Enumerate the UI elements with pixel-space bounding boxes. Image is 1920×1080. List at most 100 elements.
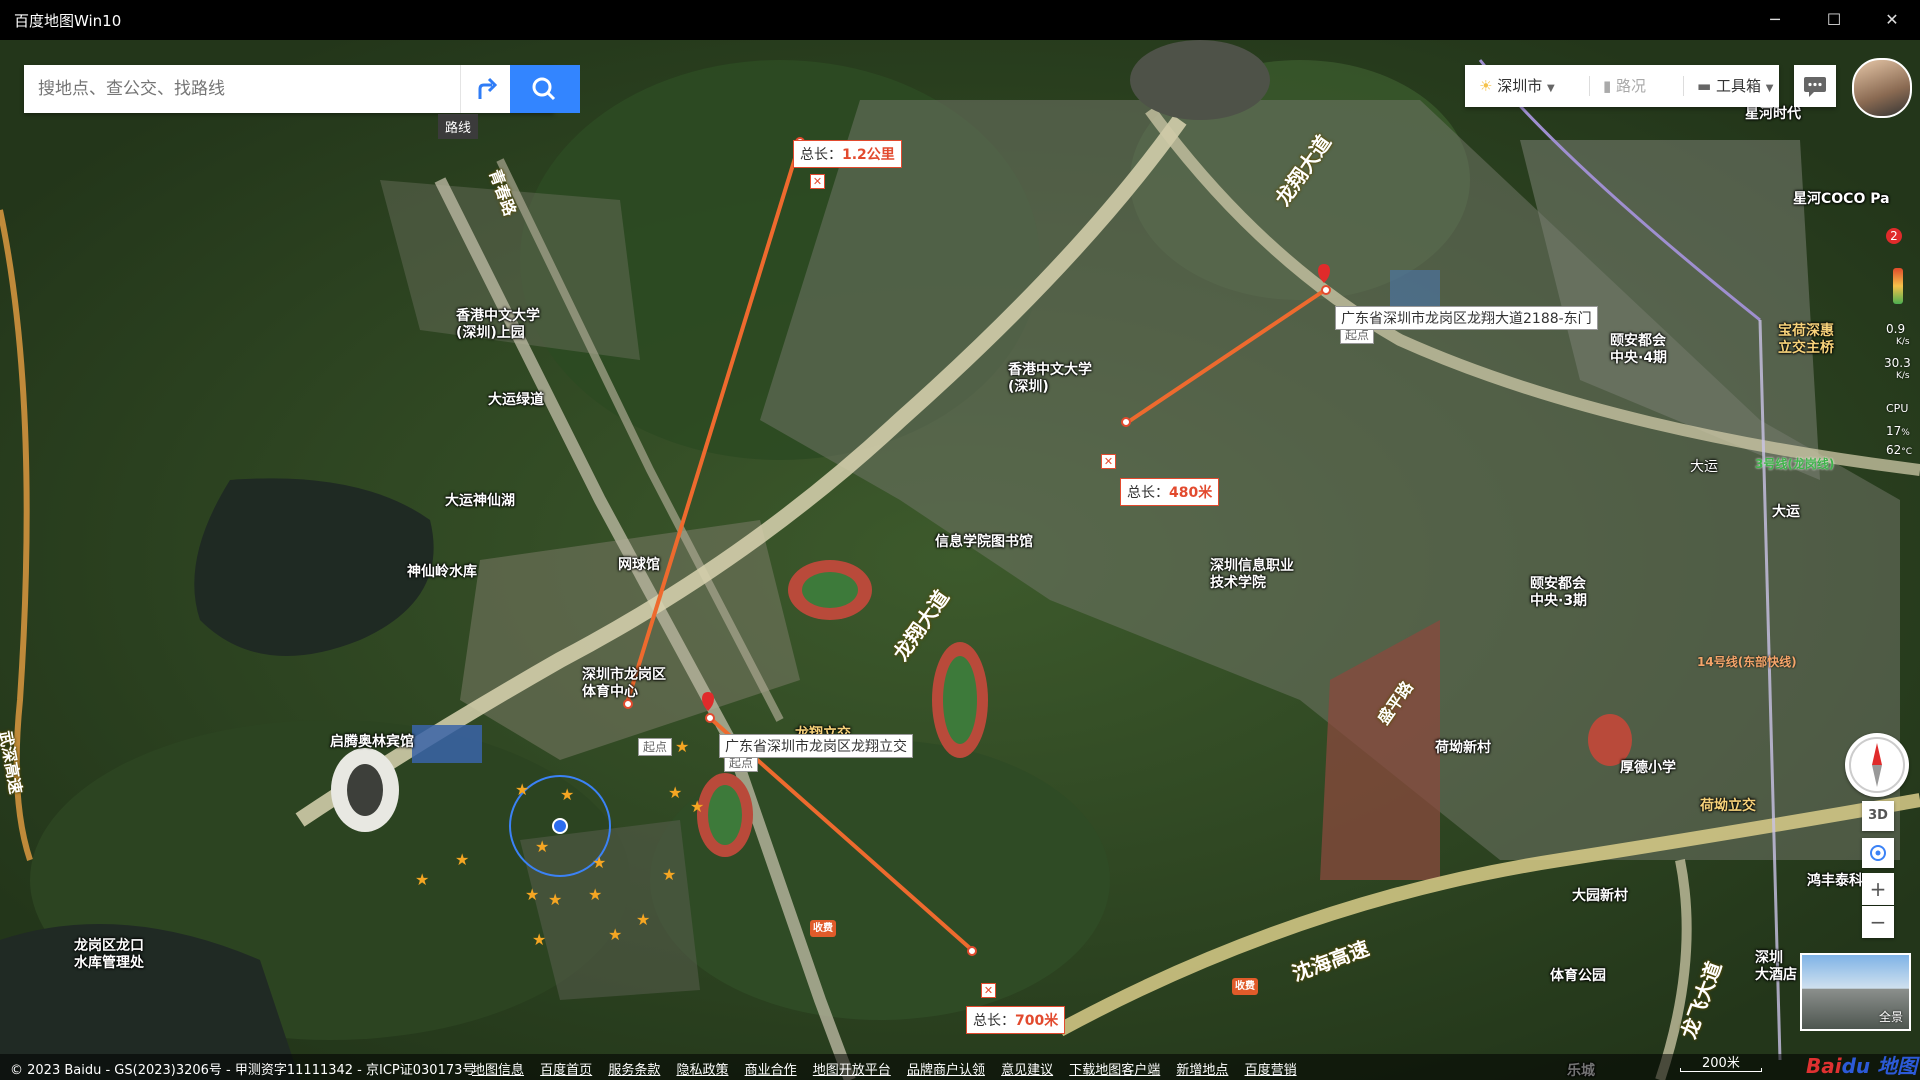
poi-heao-village[interactable]: 荷坳新村 — [1435, 740, 1491, 757]
poi-yian-3[interactable]: 颐安都会 中央·3期 — [1530, 576, 1587, 610]
traffic-legend-bar — [1893, 268, 1903, 304]
svg-text:★: ★ — [608, 925, 622, 944]
temperature-value: 62°C — [1886, 443, 1913, 457]
route-arrow-icon — [478, 77, 498, 99]
close-measure-icon[interactable]: ✕ — [1101, 454, 1116, 469]
poi-heao-interchange[interactable]: 荷坳立交 — [1700, 798, 1756, 815]
toolbox-icon: ▬ — [1697, 77, 1712, 95]
city-label: 深圳市 — [1497, 77, 1543, 95]
footer-link[interactable]: 新增地点 — [1176, 1063, 1228, 1078]
footer-link[interactable]: 服务条款 — [608, 1063, 660, 1078]
chat-icon — [1804, 77, 1826, 97]
svg-text:★: ★ — [675, 737, 689, 756]
metro-line-14-label: 14号线(东部快线) — [1697, 655, 1797, 669]
panorama-label: 全景 — [1878, 1010, 1903, 1024]
footer-link[interactable]: 下载地图客户端 — [1069, 1063, 1160, 1078]
poi-xinghe-coco[interactable]: 星河COCO Pa — [1793, 191, 1890, 208]
poi-sz-info-college[interactable]: 深圳信息职业 技术学院 — [1210, 558, 1294, 592]
close-measure-icon[interactable]: ✕ — [981, 983, 996, 998]
poi-qiteng-hotel[interactable]: 启腾奥林宾馆 — [330, 734, 414, 751]
poi-houde-school[interactable]: 厚德小学 — [1620, 760, 1676, 777]
download-speed: 30.3 — [1884, 356, 1911, 370]
poi-dayun-station[interactable]: 大运 — [1772, 504, 1800, 521]
magnifier-icon — [532, 77, 556, 101]
sun-icon: ☀ — [1479, 77, 1493, 95]
search-input[interactable] — [24, 65, 462, 113]
map-scale: 200米 — [1680, 1052, 1762, 1072]
poi-tennis-hall[interactable]: 网球馆 — [618, 557, 660, 574]
download-unit: K/s — [1896, 371, 1910, 381]
route-tooltip: 路线 — [438, 114, 479, 139]
window-title: 百度地图Win10 — [14, 12, 122, 30]
poi-sports-center[interactable]: 深圳市龙岗区 体育中心 — [582, 667, 666, 701]
poi-library[interactable]: 信息学院图书馆 — [935, 534, 1033, 551]
minimize-button[interactable]: ─ — [1761, 6, 1789, 34]
poi-longkou-reservoir[interactable]: 龙岗区龙口 水库管理处 — [74, 938, 144, 972]
zoom-in-button[interactable]: + — [1862, 873, 1894, 905]
poi-dayun-greenway[interactable]: 大运绿道 — [488, 392, 544, 409]
footer-link[interactable]: 意见建议 — [1001, 1063, 1053, 1078]
svg-text:★: ★ — [668, 783, 682, 802]
toll-badge: 收费 — [1232, 978, 1258, 995]
footer-link[interactable]: 百度营销 — [1245, 1063, 1297, 1078]
messages-button[interactable] — [1794, 65, 1836, 107]
footer-links: 地图信息 百度首页 服务条款 隐私政策 商业合作 地图开放平台 品牌商户认领 意… — [472, 1059, 1309, 1078]
poi-sz-hotel[interactable]: 深圳 大酒店 — [1755, 950, 1797, 984]
poi-dayuan-village[interactable]: 大园新村 — [1572, 888, 1628, 905]
poi-cuhk-upper[interactable]: 香港中文大学 (深圳)上园 — [456, 308, 540, 342]
svg-text:★: ★ — [690, 797, 704, 816]
footer-link[interactable]: 品牌商户认领 — [907, 1063, 985, 1078]
svg-text:★: ★ — [548, 890, 562, 909]
footer-link[interactable]: 百度首页 — [540, 1063, 592, 1078]
close-window-button[interactable]: ✕ — [1878, 6, 1906, 34]
baidu-logo: Baidu 地图 — [1806, 1054, 1918, 1078]
poi-baohe-bridge[interactable]: 宝荷深惠 立交主桥 — [1778, 323, 1834, 357]
city-selector[interactable]: ☀ 深圳市 ▼ — [1479, 65, 1555, 107]
compass-button[interactable] — [1845, 733, 1909, 797]
toll-badge: 收费 — [810, 920, 836, 937]
map-canvas[interactable]: ★★ ★★ ★★ ★★ ★★ ★★ ★★ ★★ ★ 香港中文大学 (深圳)上园 … — [0, 40, 1920, 1080]
3d-toggle[interactable]: 3D — [1862, 801, 1894, 831]
metro-line-3-label: 3号线(龙岗线) — [1755, 457, 1835, 471]
cpu-label: CPU — [1886, 402, 1909, 415]
poi-yian-4[interactable]: 颐安都会 中央·4期 — [1610, 333, 1667, 367]
search-button[interactable] — [510, 65, 580, 113]
svg-text:★: ★ — [560, 785, 574, 804]
maximize-button[interactable]: ☐ — [1820, 6, 1848, 34]
copyright-text: © 2023 Baidu - GS(2023)3206号 - 甲测资字11111… — [10, 1063, 476, 1078]
close-measure-icon[interactable]: ✕ — [810, 174, 825, 189]
compass-icon — [1849, 737, 1905, 793]
traffic-light-icon: ▮ — [1603, 77, 1612, 95]
poi-xinghe-times[interactable]: 星河时代 — [1745, 106, 1801, 123]
address-label-interchange: 广东省深圳市龙岗区龙翔立交 — [719, 734, 913, 758]
poi-cuhk[interactable]: 香港中文大学 (深圳) — [1008, 362, 1092, 396]
scale-bar — [1680, 1068, 1762, 1072]
poi-shenxianling-reservoir[interactable]: 神仙岭水库 — [407, 564, 477, 581]
svg-text:★: ★ — [662, 865, 676, 884]
route-button[interactable] — [460, 65, 511, 113]
upload-unit: K/s — [1896, 337, 1910, 347]
footer-link[interactable]: 地图信息 — [472, 1063, 524, 1078]
map-toolbar: ☀ 深圳市 ▼ ▮ 路况 ▬ 工具箱 ▼ — [1465, 65, 1779, 107]
address-label-east-gate: 广东省深圳市龙岗区龙翔大道2188-东门 — [1335, 306, 1598, 330]
footer-link[interactable]: 地图开放平台 — [813, 1063, 891, 1078]
poi-sports-park[interactable]: 体育公园 — [1550, 968, 1606, 985]
traffic-toggle[interactable]: ▮ 路况 — [1603, 65, 1646, 107]
footer-link[interactable]: 商业合作 — [745, 1063, 797, 1078]
locate-button[interactable] — [1862, 838, 1894, 868]
toolbox-button[interactable]: ▬ 工具箱 ▼ — [1697, 65, 1773, 107]
traffic-label: 路况 — [1616, 77, 1647, 95]
panorama-thumbnail[interactable]: 全景 — [1800, 953, 1911, 1031]
locate-icon — [1870, 845, 1886, 861]
user-avatar[interactable] — [1852, 58, 1912, 118]
poi-hongfeng[interactable]: 鸿丰泰科 — [1807, 873, 1863, 890]
satellite-imagery: ★★ ★★ ★★ ★★ ★★ ★★ ★★ ★★ ★ — [0, 40, 1920, 1080]
chevron-down-icon: ▼ — [1547, 83, 1555, 94]
distance-label-1: 总长：1.2公里 — [793, 140, 902, 168]
poi-dayun-lake[interactable]: 大运神仙湖 — [445, 493, 515, 510]
poi-dayun-area[interactable]: 大运 — [1690, 459, 1718, 476]
footer-link[interactable]: 隐私政策 — [676, 1063, 728, 1078]
distance-label-2: 总长：480米 — [1120, 478, 1220, 506]
zoom-out-button[interactable]: − — [1862, 906, 1894, 938]
svg-text:★: ★ — [636, 910, 650, 929]
